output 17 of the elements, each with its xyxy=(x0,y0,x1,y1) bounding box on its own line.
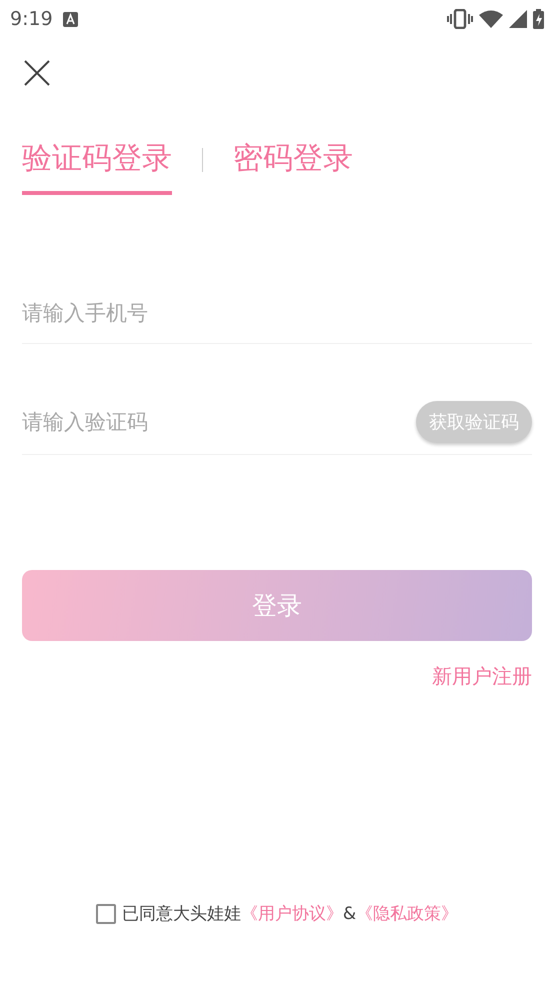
login-tab[interactable]: 验证码登录 xyxy=(22,138,172,195)
user-agreement-link[interactable]: 《用户协议》 xyxy=(240,904,343,924)
vibrate-icon xyxy=(447,9,473,29)
login-button[interactable]: 登录 xyxy=(22,570,532,641)
code-input-field[interactable]: 请输入验证码 xyxy=(22,392,416,452)
keyboard-icon xyxy=(62,12,78,26)
status-time: 9:19 xyxy=(10,8,53,30)
battery-icon xyxy=(533,9,544,29)
close-icon[interactable] xyxy=(22,58,52,88)
login-tab[interactable]: 密码登录 xyxy=(233,138,353,195)
register-link[interactable]: 新用户注册 xyxy=(432,663,532,690)
phone-input-field[interactable]: 请输入手机号 xyxy=(22,283,532,343)
wifi-icon xyxy=(479,10,503,28)
privacy-policy-link[interactable]: 《隐私政策》 xyxy=(356,904,458,924)
agreement-text: 已同意大头娃娃《用户协议》&《隐私政策》 xyxy=(122,903,458,925)
signal-icon xyxy=(509,10,527,28)
agreement-checkbox[interactable] xyxy=(96,904,116,924)
